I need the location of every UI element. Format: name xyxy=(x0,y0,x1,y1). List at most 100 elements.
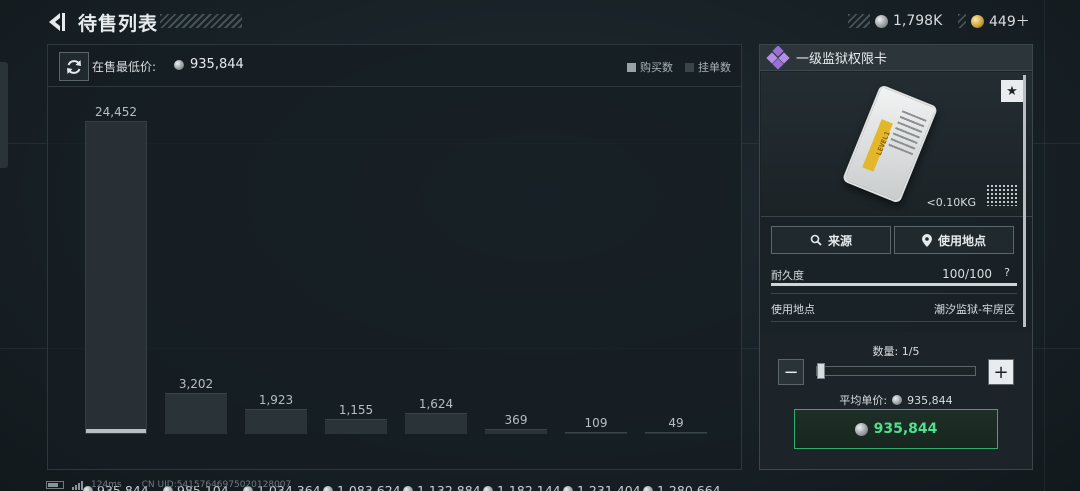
silver-coin-icon xyxy=(323,485,333,491)
usage-location-button[interactable]: 使用地点 xyxy=(894,226,1014,254)
item-actions: 来源 使用地点 xyxy=(771,226,1014,254)
side-tab xyxy=(0,62,8,168)
durability-label: 耐久度 xyxy=(771,269,804,282)
currency-decoration xyxy=(848,14,870,28)
location-value: 潮汐监狱-牢房区 xyxy=(934,303,1015,316)
gold-amount: 449＋ xyxy=(989,14,1030,30)
buy-price: 935,844 xyxy=(873,421,938,437)
price-tick-text: 1,083,624 xyxy=(337,483,401,491)
price-distribution-chart: 24,452 935,844 3,202 985,104 1,923 1,034,364 1… xyxy=(48,88,741,491)
source-label: 来源 xyxy=(827,233,852,248)
back-button[interactable] xyxy=(46,10,68,34)
gold-coin-icon xyxy=(971,14,984,28)
location-label: 使用地点 xyxy=(771,303,815,316)
listing-header: 在售最低价: 935,844 购买数 挂单数 xyxy=(48,45,741,87)
legend-listing: 挂单数 xyxy=(685,59,731,75)
decrease-quantity-button[interactable]: − xyxy=(778,359,804,385)
refresh-button[interactable] xyxy=(59,52,89,81)
durability-bar xyxy=(771,283,1017,286)
min-price-label: 在售最低价: xyxy=(92,60,157,74)
silver-coin-icon xyxy=(483,485,493,491)
price-tick-text: 1,132,884 xyxy=(417,483,481,491)
quantity-label: 数量: 1/5 xyxy=(872,345,920,358)
chart-bar[interactable] xyxy=(565,432,627,434)
increase-quantity-button[interactable]: + xyxy=(988,359,1014,385)
price-tick-label: 1,231,404 xyxy=(563,483,641,491)
rarity-purple-icon xyxy=(766,44,790,70)
silver-currency[interactable]: 1,798K xyxy=(848,12,942,30)
divider xyxy=(771,293,1017,294)
bar-value-label: 1,624 xyxy=(418,397,454,411)
legend-buy: 购买数 xyxy=(627,59,673,75)
bar-value-label: 1,155 xyxy=(338,403,374,417)
avg-price-value: 935,844 xyxy=(907,393,953,407)
legend-swatch xyxy=(627,62,636,72)
gold-currency[interactable]: 449＋ xyxy=(958,12,1030,30)
chart-bar[interactable] xyxy=(245,409,307,434)
price-tick-text: 1,182,144 xyxy=(497,483,561,491)
location-pin-icon xyxy=(921,233,932,247)
page-title: 待售列表 xyxy=(78,13,159,35)
bar-value-label: 49 xyxy=(668,416,684,430)
divider xyxy=(761,216,1032,217)
chart-bar[interactable] xyxy=(405,413,467,434)
legend-swatch xyxy=(685,62,694,72)
chart-bar-buy xyxy=(86,429,146,433)
chart-bar[interactable] xyxy=(165,393,227,434)
price-tick-label: 1,182,144 xyxy=(483,483,561,491)
silver-coin-icon xyxy=(892,395,903,405)
battery-icon xyxy=(46,481,64,489)
chart-bar[interactable] xyxy=(325,419,387,434)
chart-bar[interactable] xyxy=(485,429,547,434)
silver-coin-icon xyxy=(563,485,573,491)
divider xyxy=(771,321,1017,322)
price-tick-text: 1,280,664 xyxy=(657,483,721,491)
silver-coin-icon xyxy=(875,14,888,28)
source-button[interactable]: 来源 xyxy=(771,226,891,254)
price-tick-label: 1,132,884 xyxy=(403,483,481,491)
listing-panel: 在售最低价: 935,844 购买数 挂单数 24,452 935,844 3,20… xyxy=(47,44,742,491)
legend-listing-label: 挂单数 xyxy=(698,61,731,74)
avg-price-label: 平均单价: xyxy=(839,394,888,407)
usage-label: 使用地点 xyxy=(937,233,986,248)
status-footer: 124ms CN UID:54157646975020128007 xyxy=(46,480,291,490)
price-tick-label: 1,083,624 xyxy=(323,483,401,491)
signal-icon xyxy=(72,480,83,490)
price-tick-text: 1,231,404 xyxy=(577,483,641,491)
star-icon: ★ xyxy=(1006,83,1018,99)
chart-bar[interactable] xyxy=(85,121,147,434)
help-icon[interactable]: ? xyxy=(1000,264,1014,280)
purchase-area: 数量: 1/5 − + 平均单价: 935,844 935,844 xyxy=(760,332,1032,469)
search-icon xyxy=(810,234,822,246)
item-header: 一级监狱权限卡 xyxy=(760,44,1032,71)
currency-decoration xyxy=(958,14,966,28)
plus-icon: + xyxy=(993,361,1009,383)
refresh-icon xyxy=(67,59,81,74)
silver-coin-icon xyxy=(643,485,653,491)
item-preview: LEVEL1 ★ <0.10KG xyxy=(761,72,1032,215)
title-decoration xyxy=(160,14,242,28)
bar-value-label: 109 xyxy=(584,416,608,430)
quantity-slider-thumb[interactable] xyxy=(817,363,825,379)
favorite-button[interactable]: ★ xyxy=(1001,80,1023,102)
item-weight: <0.10KG xyxy=(926,196,976,209)
bar-value-label: 24,452 xyxy=(95,105,137,119)
min-price-value: 935,844 xyxy=(190,57,244,72)
bar-value-label: 3,202 xyxy=(178,377,214,391)
item-detail-panel: 一级监狱权限卡 LEVEL1 ★ <0.10KG 来源 使用地点 耐久度 100… xyxy=(759,44,1033,470)
buy-button[interactable]: 935,844 xyxy=(794,409,998,449)
item-size-grid-icon xyxy=(986,184,1018,206)
chart-bar[interactable] xyxy=(645,432,707,434)
silver-coin-icon xyxy=(174,59,184,70)
item-name: 一级监狱权限卡 xyxy=(796,52,888,67)
bar-value-label: 369 xyxy=(504,413,528,427)
bar-value-label: 1,923 xyxy=(258,393,294,407)
detail-scrollbar[interactable] xyxy=(1023,75,1026,327)
chart-legend: 购买数 挂单数 xyxy=(627,59,731,75)
uid-text: CN UID:54157646975020128007 xyxy=(141,480,292,490)
durability-value: 100/100 xyxy=(942,267,992,281)
quantity-slider[interactable] xyxy=(816,363,976,379)
minus-icon: − xyxy=(783,361,799,383)
price-tick-label: 1,280,664 xyxy=(643,483,721,491)
ping-value: 124ms xyxy=(91,480,122,490)
